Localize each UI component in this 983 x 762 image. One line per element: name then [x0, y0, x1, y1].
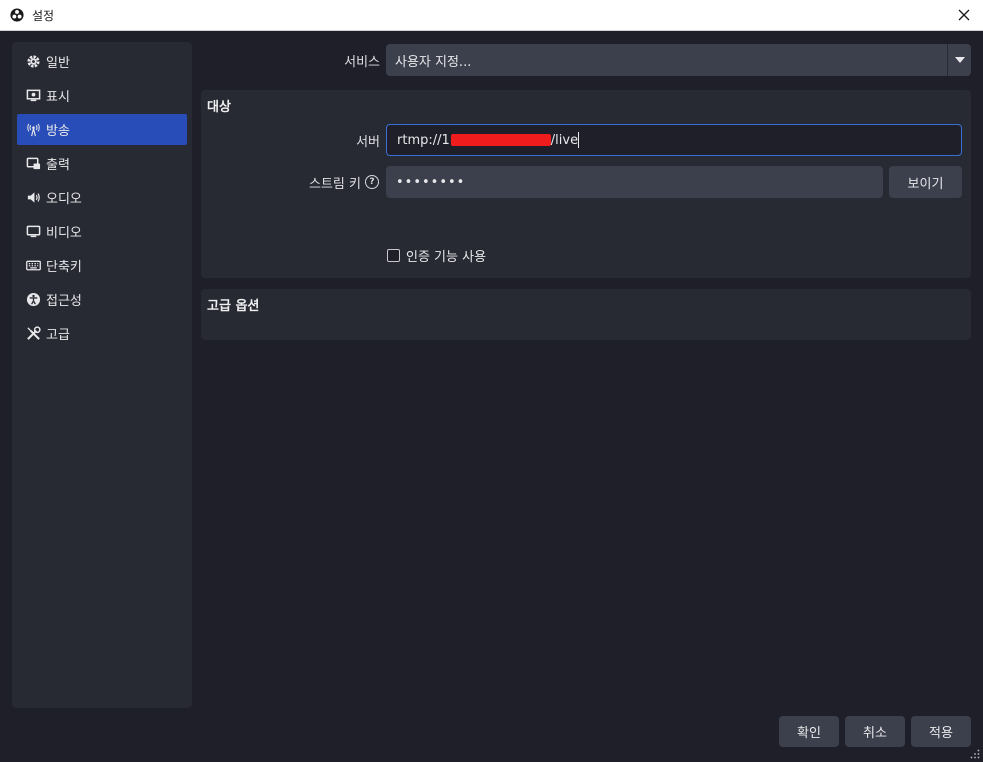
- help-icon[interactable]: ?: [365, 175, 379, 189]
- service-select[interactable]: 사용자 지정...: [386, 44, 971, 76]
- sidebar-item-label: 단축키: [46, 260, 82, 275]
- sidebar-item-label: 비디오: [46, 226, 82, 241]
- apply-button[interactable]: 적용: [911, 716, 971, 747]
- sidebar-item-display[interactable]: 표시: [17, 80, 187, 111]
- auth-checkbox-row[interactable]: 인증 기능 사용: [387, 246, 486, 265]
- advanced-options-title: 고급 옵션: [207, 299, 260, 314]
- sidebar-item-audio[interactable]: 오디오: [17, 182, 187, 213]
- output-icon: [26, 157, 40, 170]
- destination-title: 대상: [207, 100, 231, 115]
- ok-button[interactable]: 확인: [779, 716, 839, 747]
- window-title: 설정: [32, 8, 55, 23]
- keyboard-icon: [25, 260, 41, 271]
- auth-checkbox-label: 인증 기능 사용: [406, 250, 487, 265]
- antenna-icon: [26, 123, 40, 137]
- sidebar-item-label: 방송: [46, 124, 70, 139]
- stream-key-input[interactable]: ••••••••: [386, 166, 883, 198]
- server-label: 서버: [356, 135, 380, 150]
- sidebar-item-hotkeys[interactable]: 단축키: [17, 250, 187, 281]
- display-icon: [26, 89, 40, 102]
- obs-logo-icon: [10, 8, 24, 22]
- stream-key-label: 스트림 키: [309, 177, 361, 192]
- service-value: 사용자 지정...: [395, 54, 472, 70]
- text-caret: [578, 132, 580, 148]
- settings-sidebar: 일반 표시 방송 출력 오디오 비디오 단축키 접근성 고급: [12, 42, 192, 708]
- sidebar-item-video[interactable]: 비디오: [17, 216, 187, 247]
- service-label: 서비스: [344, 55, 380, 70]
- sidebar-item-accessibility[interactable]: 접근성: [17, 284, 187, 315]
- sidebar-item-label: 표시: [46, 90, 70, 105]
- gear-icon: [26, 55, 40, 68]
- sidebar-item-label: 오디오: [46, 192, 82, 207]
- select-divider: [947, 44, 948, 76]
- chevron-down-icon: [955, 57, 965, 63]
- server-input[interactable]: rtmp://1/live: [386, 124, 962, 156]
- stream-key-value: ••••••••: [396, 174, 466, 190]
- auth-checkbox[interactable]: [387, 249, 400, 262]
- sidebar-item-output[interactable]: 출력: [17, 148, 187, 179]
- sidebar-item-label: 고급: [46, 328, 70, 343]
- cancel-button[interactable]: 취소: [845, 716, 905, 747]
- title-bar: 설정: [0, 0, 983, 31]
- speaker-icon: [27, 192, 40, 203]
- advanced-options-group[interactable]: 고급 옵션: [201, 289, 971, 340]
- close-button[interactable]: [949, 0, 979, 30]
- resize-grip-icon[interactable]: [970, 749, 980, 759]
- server-suffix: /live: [550, 132, 579, 148]
- sidebar-item-label: 일반: [46, 56, 70, 71]
- show-key-button[interactable]: 보이기: [889, 166, 962, 198]
- sidebar-item-stream[interactable]: 방송: [17, 114, 187, 145]
- tools-icon: [26, 326, 41, 340]
- sidebar-item-label: 출력: [46, 158, 70, 173]
- sidebar-item-advanced[interactable]: 고급: [17, 318, 187, 349]
- server-prefix: rtmp://1: [397, 132, 450, 148]
- redaction-bar: [450, 134, 551, 146]
- sidebar-item-label: 접근성: [46, 294, 82, 309]
- sidebar-item-general[interactable]: 일반: [17, 46, 187, 77]
- close-icon: [958, 9, 970, 21]
- accessibility-icon: [26, 292, 40, 307]
- monitor-icon: [26, 225, 40, 238]
